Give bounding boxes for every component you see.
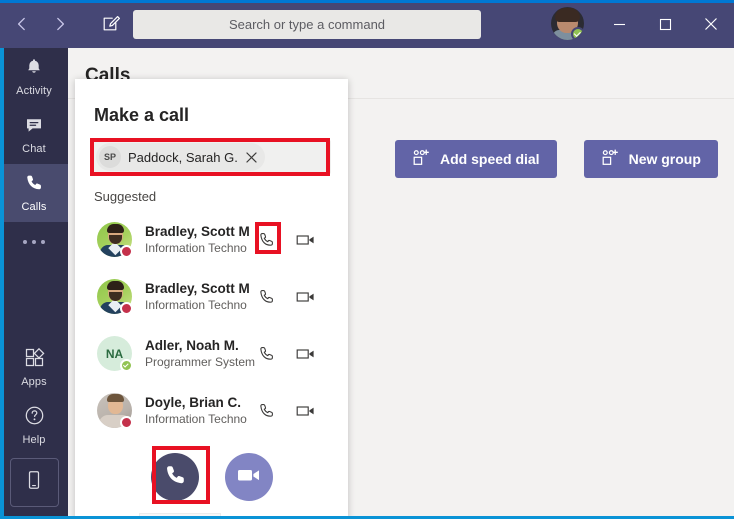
window-controls <box>596 0 734 48</box>
video-call-icon[interactable] <box>296 344 316 364</box>
new-group-button[interactable]: New group <box>583 140 718 178</box>
contact-text: Adler, Noah M. Programmer System <box>145 338 263 369</box>
presence-indicator-busy <box>120 416 133 429</box>
contact-text: Bradley, Scott M Information Techno <box>145 224 263 255</box>
contact-subtitle: Information Techno <box>145 241 247 255</box>
contact-actions <box>257 325 316 382</box>
add-speed-dial-label: Add speed dial <box>440 151 540 167</box>
help-icon <box>24 405 45 431</box>
add-person-icon <box>412 149 430 170</box>
dot <box>32 240 36 244</box>
avatar[interactable] <box>551 7 584 40</box>
contact-avatar: NA <box>97 336 133 372</box>
video-call-icon[interactable] <box>296 401 316 421</box>
title-bar: Search or type a command <box>0 0 734 48</box>
suggested-label: Suggested <box>94 189 157 204</box>
suggested-contacts-list: Bradley, Scott M Information Techno Brad… <box>75 211 348 439</box>
contact-name: Adler, Noah M. <box>145 338 239 353</box>
sidebar-more-icon[interactable] <box>0 222 68 262</box>
call-icon[interactable] <box>257 287 277 307</box>
video-call-icon[interactable] <box>296 230 316 250</box>
search-input[interactable]: Search or type a command <box>133 10 481 39</box>
sidebar-item-activity[interactable]: Activity <box>0 48 68 106</box>
recipient-pill[interactable]: SP Paddock, Sarah G. <box>96 143 265 171</box>
contact-subtitle: Programmer System <box>145 355 256 369</box>
call-icon[interactable] <box>257 344 277 364</box>
list-item[interactable]: NA Adler, Noah M. Programmer System <box>75 325 348 382</box>
call-action-buttons <box>75 453 348 501</box>
video-call-button[interactable] <box>224 453 273 501</box>
presence-indicator-busy <box>120 302 133 315</box>
audio-call-button[interactable] <box>150 453 199 501</box>
chat-icon <box>24 115 44 140</box>
contact-avatar <box>97 393 133 429</box>
contact-subtitle: Information Techno <box>145 298 247 312</box>
contact-actions <box>257 268 316 325</box>
add-speed-dial-button[interactable]: Add speed dial <box>395 140 557 178</box>
recipient-input[interactable]: SP Paddock, Sarah G. <box>91 140 331 174</box>
contact-avatar <box>97 222 133 258</box>
contact-subtitle: Information Techno <box>145 412 247 426</box>
contact-actions <box>257 211 316 268</box>
forward-icon[interactable] <box>48 12 72 36</box>
sidebar-item-apps[interactable]: Apps <box>0 338 68 396</box>
mobile-phone-icon <box>23 469 45 496</box>
minimize-icon[interactable] <box>596 0 642 48</box>
list-item[interactable]: Doyle, Brian C. Information Techno <box>75 382 348 439</box>
search-placeholder: Search or type a command <box>228 17 386 32</box>
speed-dial-actions: Add speed dial New group <box>395 140 718 178</box>
avatar-hair <box>555 8 580 22</box>
recipient-initials: SP <box>99 146 121 168</box>
presence-indicator-available <box>120 359 133 372</box>
window-top-accent <box>0 0 734 3</box>
make-a-call-title: Make a call <box>94 105 190 125</box>
rail-bottom-group: Apps Help <box>0 338 68 519</box>
sidebar-item-label: Activity <box>16 85 52 97</box>
compose-icon[interactable] <box>98 11 124 37</box>
recipient-name: Paddock, Sarah G. <box>128 149 238 165</box>
phone-icon <box>163 463 187 492</box>
bell-icon <box>24 57 44 82</box>
make-a-call-panel: Make a call SP Paddock, Sarah G. Suggest… <box>75 79 348 519</box>
sidebar-item-label: Calls <box>21 201 47 213</box>
close-icon[interactable] <box>688 0 734 48</box>
sidebar-item-help[interactable]: Help <box>0 396 68 454</box>
presence-indicator-busy <box>120 245 133 258</box>
rail-accent-line <box>0 48 4 519</box>
close-icon[interactable] <box>245 151 258 164</box>
contact-avatar <box>97 279 133 315</box>
phone-icon <box>24 173 44 198</box>
contact-name: Bradley, Scott M <box>145 281 250 296</box>
dot <box>41 240 45 244</box>
add-person-icon <box>601 149 619 170</box>
contact-actions <box>257 382 316 439</box>
contact-text: Doyle, Brian C. Information Techno <box>145 395 263 426</box>
left-rail: Activity Chat Calls Apps Help <box>0 48 68 519</box>
call-icon[interactable] <box>257 230 277 250</box>
presence-indicator-available <box>571 27 584 40</box>
call-icon[interactable] <box>257 401 277 421</box>
contact-name: Doyle, Brian C. <box>145 395 242 410</box>
dot <box>23 240 27 244</box>
new-group-label: New group <box>628 151 701 167</box>
back-icon[interactable] <box>10 12 34 36</box>
list-item[interactable]: Bradley, Scott M Information Techno <box>75 211 348 268</box>
maximize-icon[interactable] <box>642 0 688 48</box>
contact-name: Bradley, Scott M <box>145 224 250 239</box>
nav-arrows <box>10 12 72 36</box>
sidebar-item-calls[interactable]: Calls <box>0 164 68 222</box>
video-icon <box>236 465 262 490</box>
video-call-icon[interactable] <box>296 287 316 307</box>
sidebar-item-label: Help <box>22 433 46 446</box>
apps-icon <box>24 347 45 373</box>
sidebar-item-label: Chat <box>22 143 46 155</box>
mobile-app-button[interactable] <box>9 458 59 507</box>
list-item[interactable]: Bradley, Scott M Information Techno <box>75 268 348 325</box>
teams-window: Search or type a command Activity Chat C… <box>0 0 734 519</box>
sidebar-item-label: Apps <box>21 375 47 388</box>
sidebar-item-chat[interactable]: Chat <box>0 106 68 164</box>
contact-text: Bradley, Scott M Information Techno <box>145 281 263 312</box>
